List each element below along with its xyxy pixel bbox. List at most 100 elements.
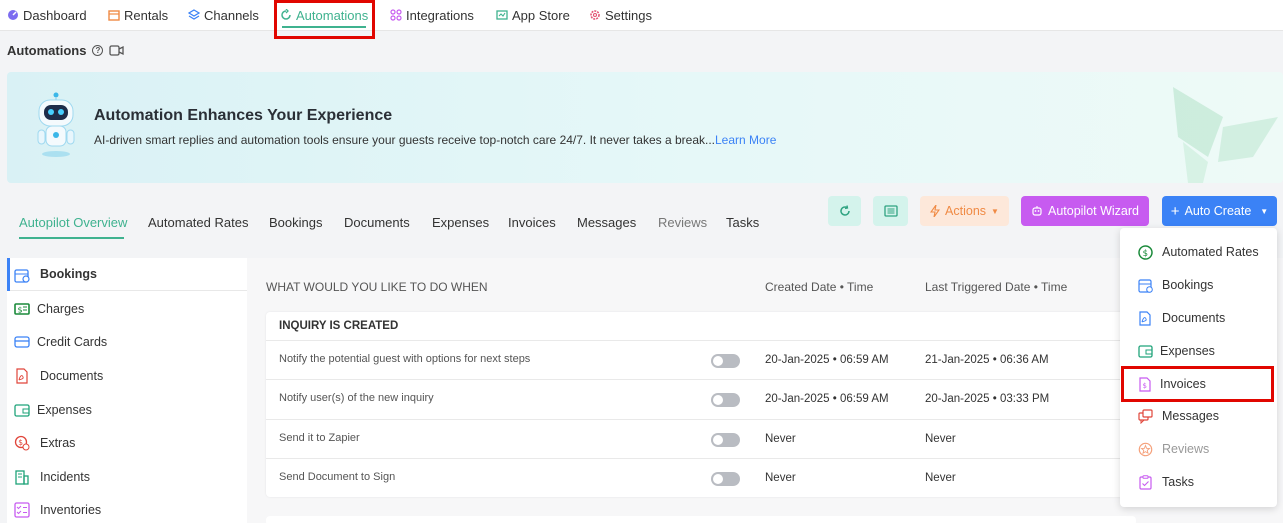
nav-integrations[interactable]: Integrations bbox=[390, 0, 474, 30]
sidebar-item-inventories[interactable]: Inventories bbox=[7, 493, 247, 523]
actions-button[interactable]: Actions ▼ bbox=[920, 196, 1009, 226]
row-last-triggered: 20-Jan-2025 • 03:33 PM bbox=[925, 393, 1050, 405]
sidebar-item-charges[interactable]: $ Charges bbox=[7, 292, 247, 325]
calendar-icon bbox=[1138, 279, 1153, 293]
building-icon bbox=[15, 470, 29, 485]
tab-expenses[interactable]: Expenses bbox=[432, 215, 489, 230]
dropdown-item-invoices[interactable]: $ Invoices bbox=[1120, 368, 1277, 400]
video-icon[interactable] bbox=[109, 45, 125, 56]
nav-dashboard[interactable]: Dashboard bbox=[7, 0, 87, 30]
row-created: Never bbox=[765, 472, 796, 484]
bolt-icon bbox=[930, 205, 941, 217]
integrations-icon bbox=[390, 9, 402, 21]
svg-text:$: $ bbox=[18, 438, 23, 447]
nav-settings[interactable]: Settings bbox=[589, 0, 652, 30]
nav-integrations-label: Integrations bbox=[406, 7, 474, 23]
dropdown-label: Messages bbox=[1162, 409, 1219, 423]
dropdown-label: Documents bbox=[1162, 311, 1226, 325]
leaves-decoration-icon bbox=[1173, 87, 1278, 183]
sidebar-item-expenses[interactable]: Expenses bbox=[7, 393, 247, 426]
help-icon[interactable]: ? bbox=[92, 45, 104, 56]
svg-text:$: $ bbox=[1143, 382, 1147, 390]
wizard-robot-icon bbox=[1032, 206, 1042, 216]
auto-create-dropdown: $ Automated Rates Bookings Documents Exp… bbox=[1120, 228, 1277, 507]
row-last-triggered: 21-Jan-2025 • 06:36 AM bbox=[925, 354, 1049, 366]
tab-reviews[interactable]: Reviews bbox=[658, 215, 707, 230]
sidebar-item-extras[interactable]: $ Extras bbox=[7, 426, 247, 459]
actions-label: Actions bbox=[945, 204, 987, 218]
tab-autopilot-overview[interactable]: Autopilot Overview bbox=[19, 215, 127, 230]
dropdown-item-messages[interactable]: Messages bbox=[1120, 400, 1277, 432]
dropdown-label: Reviews bbox=[1162, 442, 1210, 456]
tab-bookings[interactable]: Bookings bbox=[269, 215, 322, 230]
nav-automations[interactable]: Automations bbox=[280, 0, 368, 30]
robot-mascot-icon bbox=[37, 92, 75, 157]
sidebar-label: Charges bbox=[37, 301, 85, 316]
dashboard-icon bbox=[8, 10, 18, 20]
refresh-button[interactable] bbox=[828, 196, 861, 226]
row-created: 20-Jan-2025 • 06:59 AM bbox=[765, 354, 889, 366]
nav-rentals[interactable]: Rentals bbox=[108, 0, 168, 30]
dropdown-item-documents[interactable]: Documents bbox=[1120, 302, 1277, 334]
sidebar-item-bookings[interactable]: Bookings bbox=[7, 258, 247, 291]
dropdown-item-tasks[interactable]: Tasks bbox=[1120, 466, 1277, 498]
automation-toggle[interactable] bbox=[711, 393, 740, 407]
dropdown-label: Bookings bbox=[1162, 278, 1214, 292]
sidebar-item-documents[interactable]: Documents bbox=[7, 359, 247, 392]
settings-icon bbox=[590, 10, 600, 20]
dropdown-item-reviews[interactable]: Reviews bbox=[1120, 433, 1277, 465]
dropdown-item-automated-rates[interactable]: $ Automated Rates bbox=[1120, 236, 1277, 268]
charges-icon: $ bbox=[14, 303, 30, 315]
automation-toggle[interactable] bbox=[711, 433, 740, 447]
credit-card-icon bbox=[14, 336, 30, 348]
nav-app-store[interactable]: App Store bbox=[496, 0, 570, 30]
row-last-triggered: Never bbox=[925, 433, 956, 445]
checklist-icon bbox=[14, 502, 30, 518]
sidebar-item-credit-cards[interactable]: Credit Cards bbox=[7, 325, 247, 358]
column-header-created: Created Date • Time bbox=[765, 280, 874, 294]
autopilot-wizard-button[interactable]: Autopilot Wizard bbox=[1021, 196, 1149, 226]
learn-more-link[interactable]: Learn More bbox=[715, 133, 776, 147]
list-icon bbox=[883, 205, 898, 217]
nav-settings-label: Settings bbox=[605, 7, 652, 23]
sidebar-label: Bookings bbox=[40, 267, 97, 281]
svg-text:$: $ bbox=[18, 306, 23, 315]
tab-automated-rates[interactable]: Automated Rates bbox=[148, 215, 248, 230]
page-title-text: Automations bbox=[7, 43, 87, 58]
caret-down-icon: ▼ bbox=[1260, 206, 1269, 216]
page-title: Automations ? bbox=[7, 43, 125, 58]
banner-title: Automation Enhances Your Experience bbox=[94, 107, 393, 124]
tab-messages[interactable]: Messages bbox=[577, 215, 636, 230]
automation-toggle[interactable] bbox=[711, 354, 740, 368]
banner-description: AI-driven smart replies and automation t… bbox=[94, 133, 776, 147]
sidebar-item-incidents[interactable]: Incidents bbox=[7, 460, 247, 493]
dropdown-label: Automated Rates bbox=[1162, 245, 1259, 259]
nav-automations-label: Automations bbox=[296, 7, 369, 23]
tab-tasks[interactable]: Tasks bbox=[726, 215, 759, 230]
auto-create-button[interactable]: + Auto Create ▼ bbox=[1162, 196, 1277, 226]
wallet-icon bbox=[14, 404, 30, 417]
automations-icon bbox=[281, 9, 291, 20]
row-description: Send Document to Sign bbox=[279, 471, 396, 483]
dropdown-item-bookings[interactable]: Bookings bbox=[1120, 269, 1277, 301]
wallet-icon bbox=[1138, 345, 1153, 358]
table-row: Notify the potential guest with options … bbox=[266, 340, 1136, 379]
nav-app-store-label: App Store bbox=[512, 7, 570, 23]
banner-text: AI-driven smart replies and automation t… bbox=[94, 133, 715, 147]
clipboard-check-icon bbox=[1139, 475, 1152, 490]
nav-channels[interactable]: Channels bbox=[188, 0, 259, 30]
tab-documents[interactable]: Documents bbox=[344, 215, 410, 230]
automation-toggle[interactable] bbox=[711, 472, 740, 486]
dollar-circle-icon: $ bbox=[1138, 245, 1153, 260]
pdf-document-icon bbox=[1139, 311, 1151, 326]
row-last-triggered: Never bbox=[925, 472, 956, 484]
row-created: 20-Jan-2025 • 06:59 AM bbox=[765, 393, 889, 405]
sidebar-label: Credit Cards bbox=[37, 334, 108, 349]
sidebar-label: Incidents bbox=[40, 469, 91, 484]
dropdown-item-expenses[interactable]: Expenses bbox=[1120, 335, 1277, 367]
list-view-button[interactable] bbox=[873, 196, 908, 226]
sidebar-label: Inventories bbox=[40, 502, 102, 517]
dropdown-label: Expenses bbox=[1160, 344, 1215, 358]
next-section-card bbox=[266, 516, 1136, 523]
tab-invoices[interactable]: Invoices bbox=[508, 215, 556, 230]
